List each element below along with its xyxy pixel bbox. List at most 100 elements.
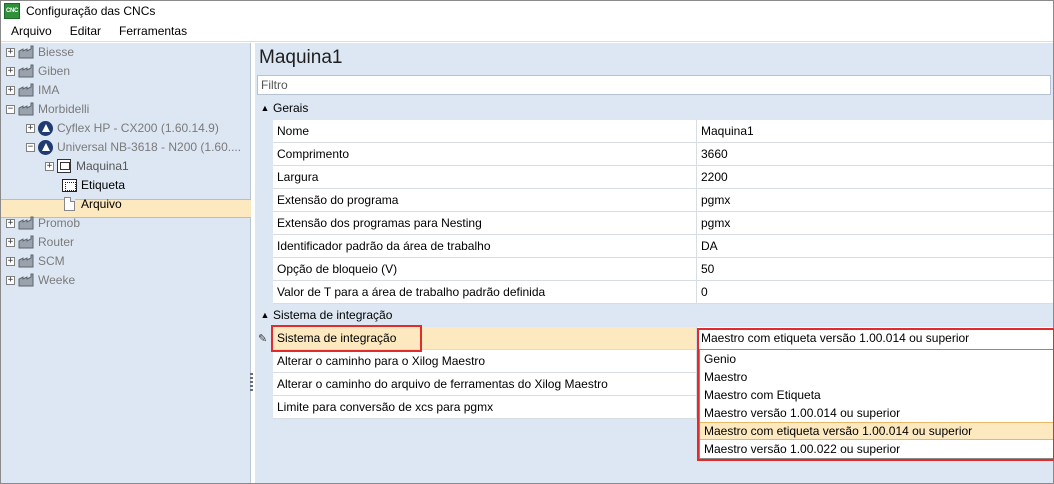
property-value[interactable]: pgmx: [697, 212, 1053, 234]
tree-item-label: Etiqueta: [81, 178, 126, 192]
splitter-handle[interactable]: [250, 373, 253, 391]
property-value[interactable]: Maquina1: [697, 120, 1053, 142]
property-value[interactable]: 3660: [697, 143, 1053, 165]
property-name: Valor de T para a área de trabalho padrã…: [273, 281, 697, 303]
tree-item-label: Promob: [38, 216, 81, 230]
factory-icon: [18, 64, 34, 78]
property-name: Extensão do programa: [273, 189, 697, 211]
tree-item-label: Arquivo: [81, 197, 122, 211]
tree-item-cyflex[interactable]: + Cyflex HP - CX200 (1.60.14.9): [26, 119, 219, 137]
machine-logo-icon: [38, 120, 53, 136]
expand-icon[interactable]: +: [6, 66, 15, 76]
expand-icon[interactable]: +: [45, 161, 54, 171]
dropdown-option[interactable]: Maestro: [700, 368, 1053, 386]
property-row[interactable]: Extensão dos programas para Nesting pgmx: [273, 212, 1053, 235]
dropdown-option[interactable]: Maestro versão 1.00.014 ou superior: [700, 404, 1053, 422]
property-row[interactable]: Opção de bloqueio (V) 50: [273, 258, 1053, 281]
group-title: Sistema de integração: [273, 308, 393, 322]
title-bar: CNC Configuração das CNCs: [1, 1, 1053, 21]
integration-dropdown-list: Genio Maestro Maestro com Etiqueta Maest…: [699, 349, 1054, 459]
tree-item-scm[interactable]: + SCM: [6, 252, 65, 270]
expand-icon[interactable]: +: [6, 85, 15, 95]
dropdown-option[interactable]: Maestro com Etiqueta: [700, 386, 1053, 404]
integration-select[interactable]: Maestro com etiqueta versão 1.00.014 ou …: [697, 327, 1053, 349]
menu-ferramentas[interactable]: Ferramentas: [109, 24, 195, 38]
expand-icon[interactable]: +: [6, 237, 15, 247]
menu-arquivo[interactable]: Arquivo: [1, 24, 60, 38]
collapse-icon[interactable]: −: [6, 104, 15, 114]
property-row[interactable]: Nome Maquina1: [273, 120, 1053, 143]
tree-item-label: SCM: [38, 254, 65, 268]
property-name: Alterar o caminho para o Xilog Maestro: [273, 350, 697, 372]
tree-item-label: Cyflex HP - CX200 (1.60.14.9): [57, 121, 219, 135]
label-icon: [62, 178, 77, 192]
factory-icon: [18, 273, 34, 287]
tree-item-giben[interactable]: + Giben: [6, 62, 70, 80]
factory-icon: [18, 216, 34, 230]
property-name: Identificador padrão da área de trabalho: [273, 235, 697, 257]
factory-icon: [18, 235, 34, 249]
property-value[interactable]: 50: [697, 258, 1053, 280]
tree-item-biesse[interactable]: + Biesse: [6, 43, 74, 61]
factory-icon: [18, 83, 34, 97]
filter-input[interactable]: Filtro: [257, 75, 1051, 95]
tree-item-universal[interactable]: − Universal NB-3618 - N200 (1.60....: [26, 138, 241, 156]
menu-editar[interactable]: Editar: [60, 24, 109, 38]
expand-icon[interactable]: +: [6, 218, 15, 228]
property-name: Nome: [273, 120, 697, 142]
property-row[interactable]: Comprimento 3660: [273, 143, 1053, 166]
window-title: Configuração das CNCs: [26, 4, 156, 18]
tree-item-router[interactable]: + Router: [6, 233, 74, 251]
factory-icon: [18, 102, 34, 116]
expand-icon[interactable]: +: [6, 256, 15, 266]
property-row[interactable]: Valor de T para a área de trabalho padrã…: [273, 281, 1053, 304]
tree-item-label: Morbidelli: [38, 102, 90, 116]
tree-item-weeke[interactable]: + Weeke: [6, 271, 75, 289]
page-title: Maquina1: [259, 47, 343, 68]
tree-item-label: Weeke: [38, 273, 76, 287]
property-value[interactable]: pgmx: [697, 189, 1053, 211]
property-row[interactable]: Extensão do programa pgmx: [273, 189, 1053, 212]
dropdown-option[interactable]: Genio: [700, 350, 1053, 368]
property-value[interactable]: 2200: [697, 166, 1053, 188]
collapse-icon[interactable]: −: [26, 142, 35, 152]
collapse-caret-icon[interactable]: ▲: [257, 103, 273, 113]
property-name: Opção de bloqueio (V): [273, 258, 697, 280]
document-icon: [64, 197, 75, 211]
cnc-machine-icon: [57, 159, 71, 173]
group-header-gerais[interactable]: ▲ Gerais: [255, 99, 1053, 117]
collapse-caret-icon[interactable]: ▲: [257, 310, 273, 320]
property-name: Extensão dos programas para Nesting: [273, 212, 697, 234]
dropdown-option[interactable]: Maestro versão 1.00.022 ou superior: [700, 440, 1053, 458]
tree-item-arquivo[interactable]: Arquivo: [64, 195, 122, 213]
tree-item-etiqueta[interactable]: Etiqueta: [62, 176, 125, 194]
cnc-app-icon: CNC: [4, 3, 20, 19]
tree-item-label: Giben: [38, 64, 71, 78]
edit-pencil-icon: ✎: [258, 333, 268, 345]
property-value[interactable]: 0: [697, 281, 1053, 303]
tree-item-morbidelli[interactable]: − Morbidelli: [6, 100, 89, 118]
property-row[interactable]: Largura 2200: [273, 166, 1053, 189]
tree-item-maquina1[interactable]: + Maquina1: [45, 157, 129, 175]
property-name: Limite para conversão de xcs para pgmx: [273, 396, 697, 418]
expand-icon[interactable]: +: [6, 47, 15, 57]
property-name: Alterar o caminho do arquivo de ferramen…: [273, 373, 697, 395]
property-name: Sistema de integração: [273, 327, 697, 349]
group-header-integracao[interactable]: ▲ Sistema de integração: [255, 306, 1053, 324]
factory-icon: [18, 254, 34, 268]
tree-item-ima[interactable]: + IMA: [6, 81, 59, 99]
tree-item-label: Router: [38, 235, 75, 249]
menu-bar: Arquivo Editar Ferramentas: [1, 21, 1053, 42]
tree-item-label: Maquina1: [76, 159, 129, 173]
property-row[interactable]: Identificador padrão da área de trabalho…: [273, 235, 1053, 258]
property-value[interactable]: DA: [697, 235, 1053, 257]
tree-item-promob[interactable]: + Promob: [6, 214, 80, 232]
tree-item-label: IMA: [38, 83, 60, 97]
property-name: Comprimento: [273, 143, 697, 165]
main-window: CNC Configuração das CNCs Arquivo Editar…: [0, 0, 1054, 484]
property-row-active[interactable]: Sistema de integração Maestro com etique…: [273, 327, 1053, 350]
factory-icon: [18, 45, 34, 59]
expand-icon[interactable]: +: [26, 123, 35, 133]
dropdown-option-selected[interactable]: Maestro com etiqueta versão 1.00.014 ou …: [700, 422, 1053, 440]
expand-icon[interactable]: +: [6, 275, 15, 285]
